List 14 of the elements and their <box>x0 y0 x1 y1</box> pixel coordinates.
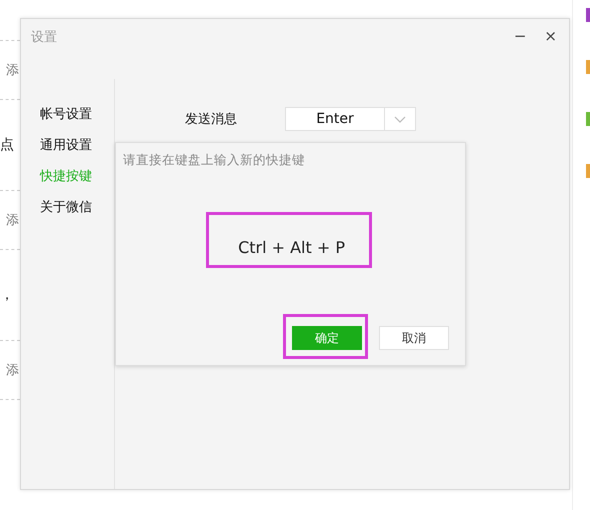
close-button[interactable]: × <box>540 29 561 43</box>
setting-label: 发送消息 <box>185 111 238 128</box>
cancel-button[interactable]: 取消 <box>379 326 449 350</box>
sidebar-item[interactable]: 通用设置 <box>40 136 114 156</box>
background-text: ， <box>0 286 15 305</box>
chevron-down-icon <box>394 116 406 122</box>
window-title: 设置 <box>31 29 57 47</box>
minimize-button[interactable]: − <box>510 29 530 43</box>
sidebar-item[interactable]: 帐号设置 <box>40 105 114 125</box>
background-text: 点 <box>0 136 15 155</box>
shortcut-field[interactable]: Ctrl + Alt + P <box>206 212 372 268</box>
dropdown[interactable]: Enter <box>285 107 416 131</box>
prompt-text: 请直接在键盘上输入新的快捷键 <box>123 151 306 169</box>
sidebar-item[interactable]: 关于微信 <box>40 198 114 218</box>
